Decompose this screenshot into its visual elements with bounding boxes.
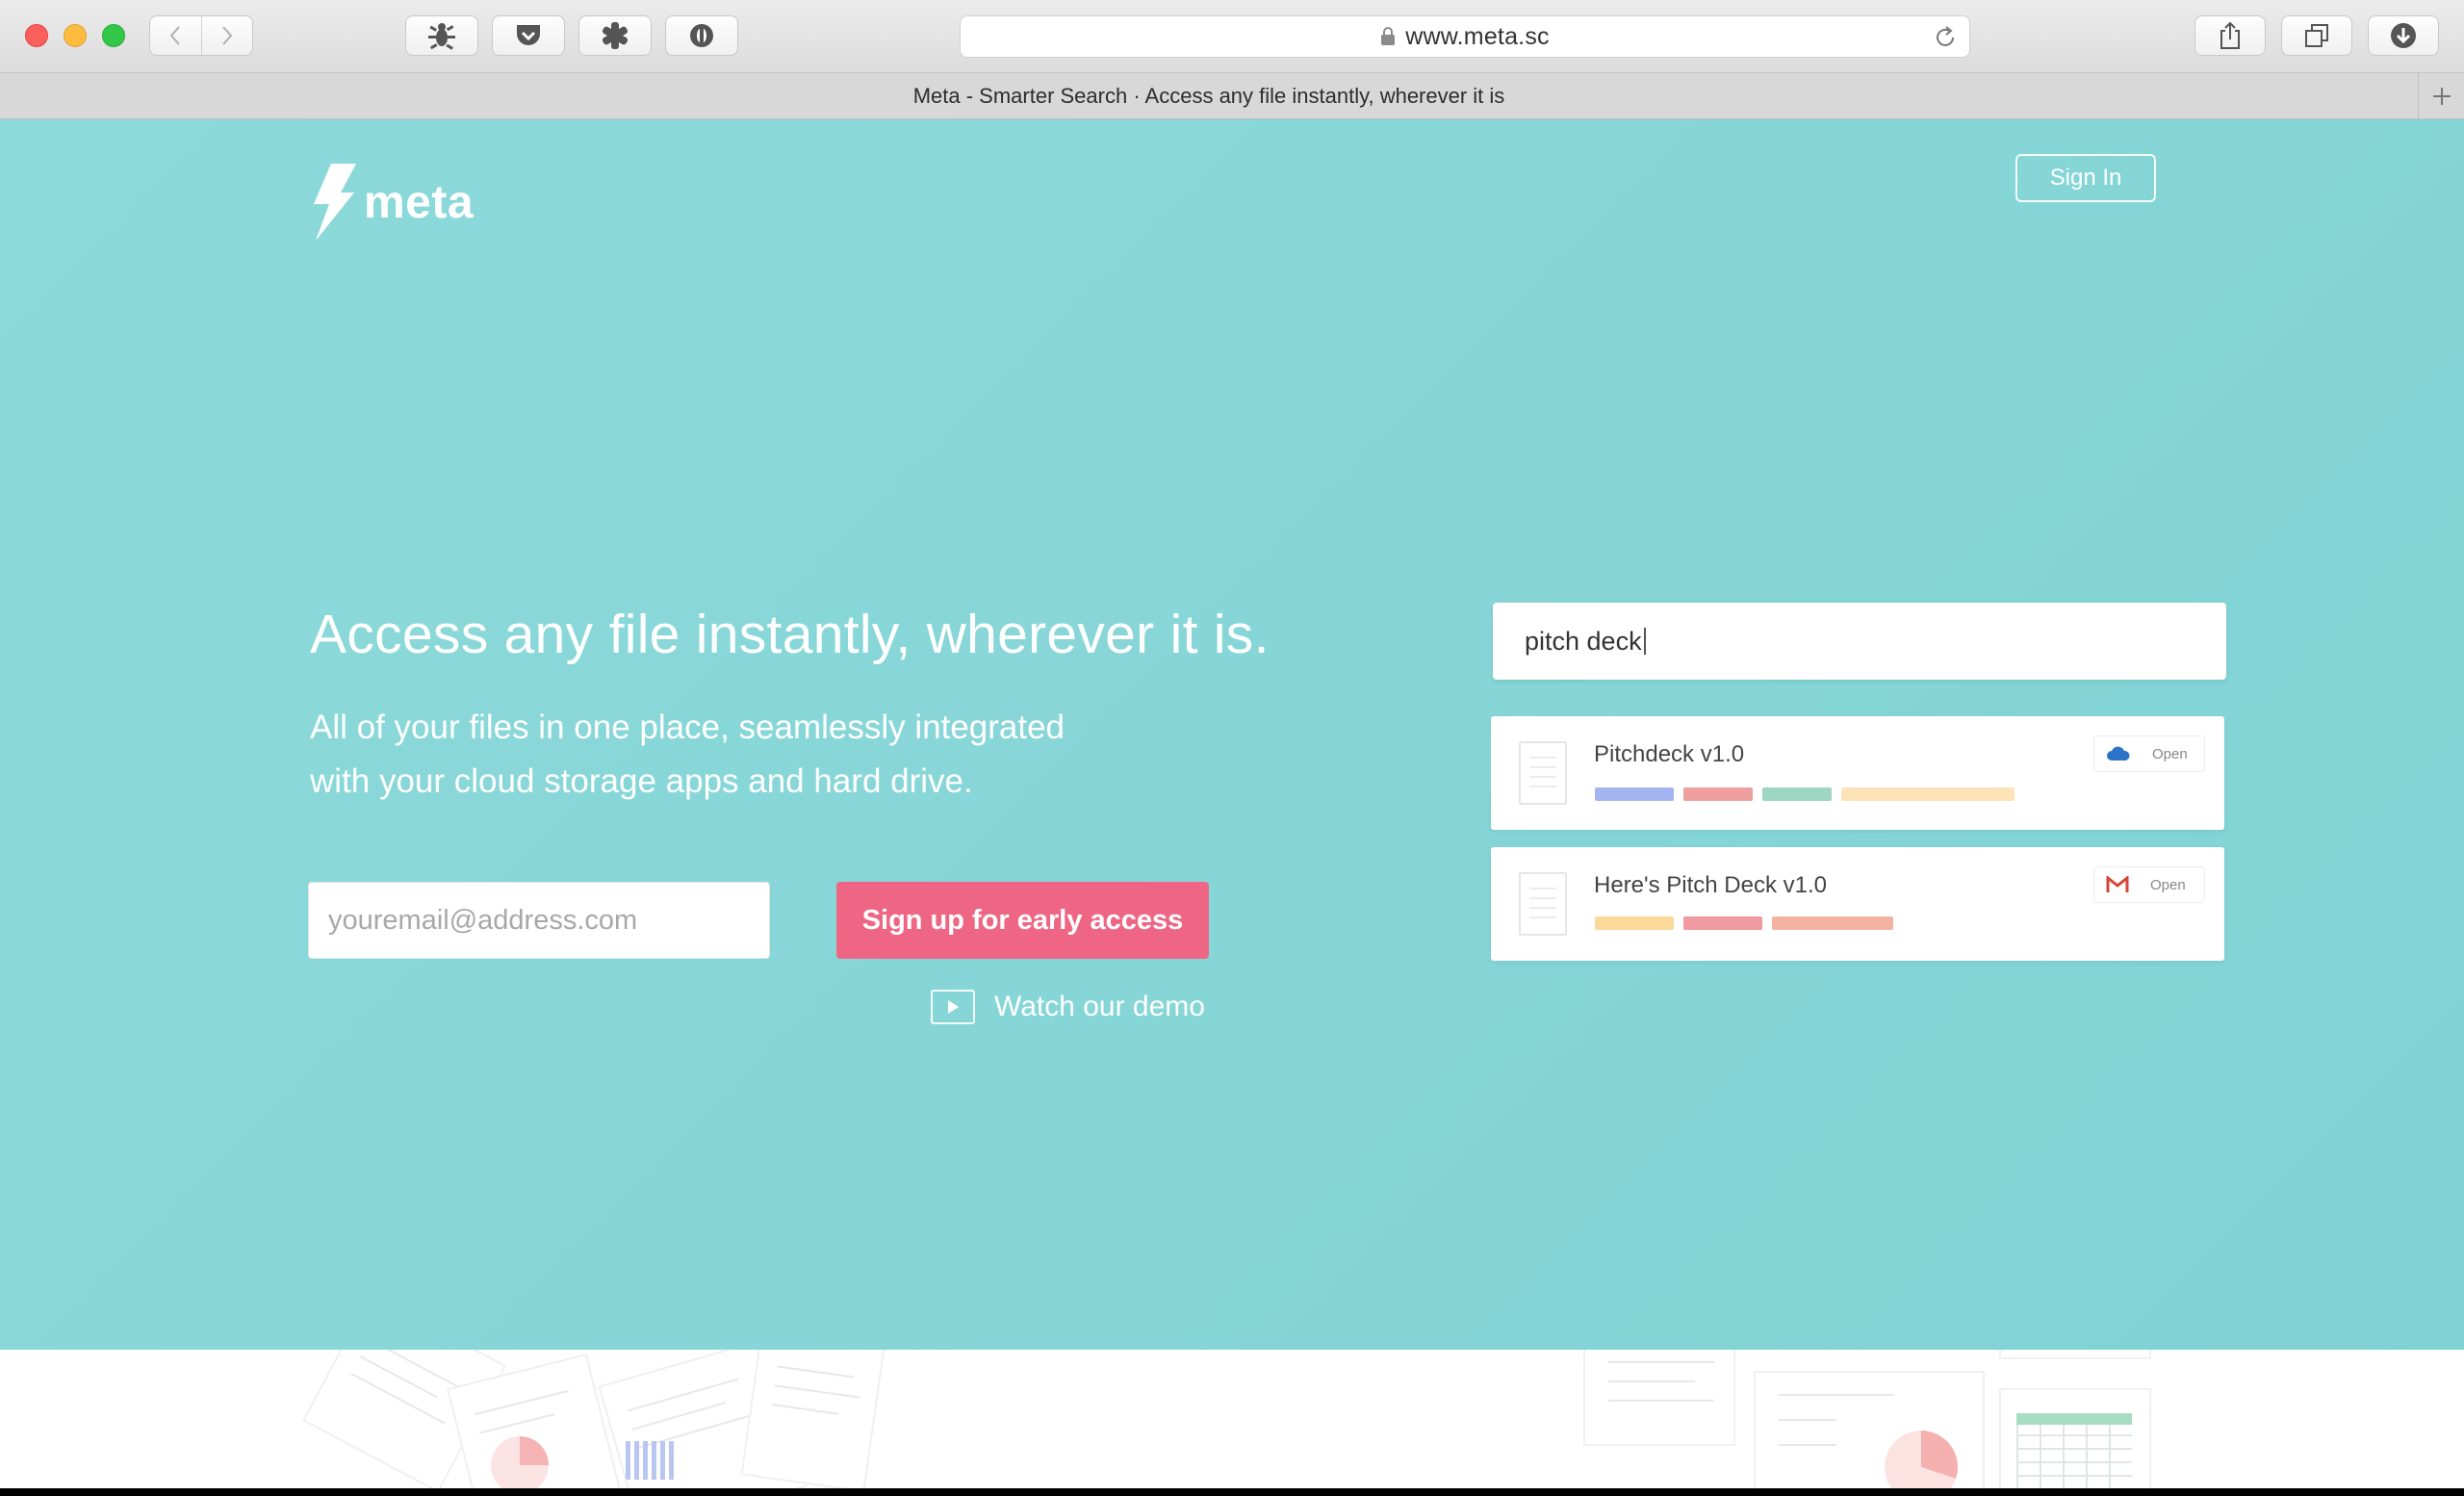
subheadline-line-1: All of your files in one place, seamless…: [310, 709, 1065, 746]
play-icon: [931, 990, 975, 1024]
bar-chart-icon: [626, 1441, 674, 1480]
tag-bar: [1772, 916, 1893, 930]
document-icon: [1519, 872, 1567, 936]
privacy-extension-button[interactable]: [665, 15, 738, 56]
open-button[interactable]: Open: [2093, 735, 2205, 772]
tag-bar: [1762, 787, 1832, 801]
new-tab-button[interactable]: [2418, 73, 2464, 119]
puzzle-extension-button[interactable]: [578, 15, 652, 56]
text-caret: [1643, 628, 1646, 655]
share-icon: [2220, 21, 2240, 49]
shield-icon: [690, 24, 713, 47]
url-text: www.meta.sc: [1405, 22, 1550, 50]
signup-button[interactable]: Sign up for early access: [836, 882, 1209, 959]
headline: Access any file instantly, wherever it i…: [310, 604, 1270, 665]
tag-bar: [1595, 916, 1674, 930]
sign-in-button[interactable]: Sign In: [2015, 154, 2156, 202]
downloads-button[interactable]: [2368, 15, 2439, 56]
subheadline: All of your files in one place, seamless…: [310, 701, 1176, 809]
gmail-icon: [2106, 876, 2129, 892]
logo[interactable]: meta: [310, 164, 474, 241]
back-button[interactable]: [150, 16, 201, 55]
tag-bar: [1683, 787, 1753, 801]
tabs-overview-button[interactable]: [2281, 15, 2352, 56]
tag-bar: [1595, 787, 1674, 801]
search-query: pitch deck: [1525, 626, 1642, 656]
decorative-document: [1583, 1350, 1735, 1446]
chevron-left-icon: [169, 26, 180, 45]
tag-bar: [1841, 787, 2015, 801]
watch-demo-link[interactable]: Watch our demo: [931, 990, 1205, 1024]
document-icon: [1519, 741, 1567, 805]
browser-window: www.meta.sc Meta - Smarter Search · Acce…: [0, 0, 2464, 1488]
navigation-buttons: [149, 15, 253, 56]
lock-icon: [1380, 27, 1396, 46]
pocket-icon: [517, 25, 540, 45]
decorative-document: [740, 1350, 886, 1488]
result-title: Pitchdeck v1.0: [1594, 741, 1745, 767]
search-input[interactable]: pitch deck: [1493, 603, 2226, 680]
lightning-bolt-icon: [314, 164, 356, 241]
decorative-document: [1999, 1388, 2151, 1488]
download-icon: [2391, 23, 2416, 48]
open-label: Open: [2152, 745, 2188, 762]
bug-icon: [428, 23, 455, 50]
features-section-preview: [0, 1350, 2464, 1488]
close-window-button[interactable]: [25, 24, 48, 47]
cloud-icon: [2107, 746, 2130, 761]
tag-bar: [1683, 916, 1762, 930]
maximize-window-button[interactable]: [102, 24, 125, 47]
minimize-window-button[interactable]: [64, 24, 87, 47]
open-button[interactable]: Open: [2093, 866, 2205, 903]
bug-extension-button[interactable]: [405, 15, 478, 56]
share-button[interactable]: [2194, 15, 2266, 56]
plus-icon: [2432, 88, 2451, 105]
pie-chart-icon: [491, 1436, 549, 1488]
forward-button[interactable]: [200, 16, 253, 55]
brand-name: meta: [364, 176, 475, 228]
subheadline-line-2: with your cloud storage apps and hard dr…: [310, 762, 973, 800]
reload-icon[interactable]: [1933, 25, 1958, 55]
email-input[interactable]: [308, 882, 770, 959]
watch-demo-label: Watch our demo: [994, 991, 1205, 1022]
tabs-icon: [2305, 24, 2328, 47]
pocket-extension-button[interactable]: [492, 15, 565, 56]
hero-section: meta Sign In Access any file instantly, …: [0, 119, 2464, 1350]
chevron-right-icon: [222, 26, 233, 45]
address-bar[interactable]: www.meta.sc: [960, 15, 1970, 58]
open-label: Open: [2150, 876, 2186, 893]
browser-toolbar: www.meta.sc: [0, 0, 2464, 73]
spreadsheet-grid: [2016, 1413, 2132, 1488]
result-title: Here's Pitch Deck v1.0: [1594, 872, 1828, 898]
asterisk-icon: [602, 22, 629, 49]
result-card[interactable]: Pitchdeck v1.0 Open: [1491, 716, 2224, 830]
decorative-document: [1999, 1350, 2151, 1359]
result-card[interactable]: Here's Pitch Deck v1.0 Open: [1491, 847, 2224, 961]
tab-bar: Meta - Smarter Search · Access any file …: [0, 73, 2464, 119]
tab-active[interactable]: Meta - Smarter Search · Access any file …: [0, 73, 2418, 119]
